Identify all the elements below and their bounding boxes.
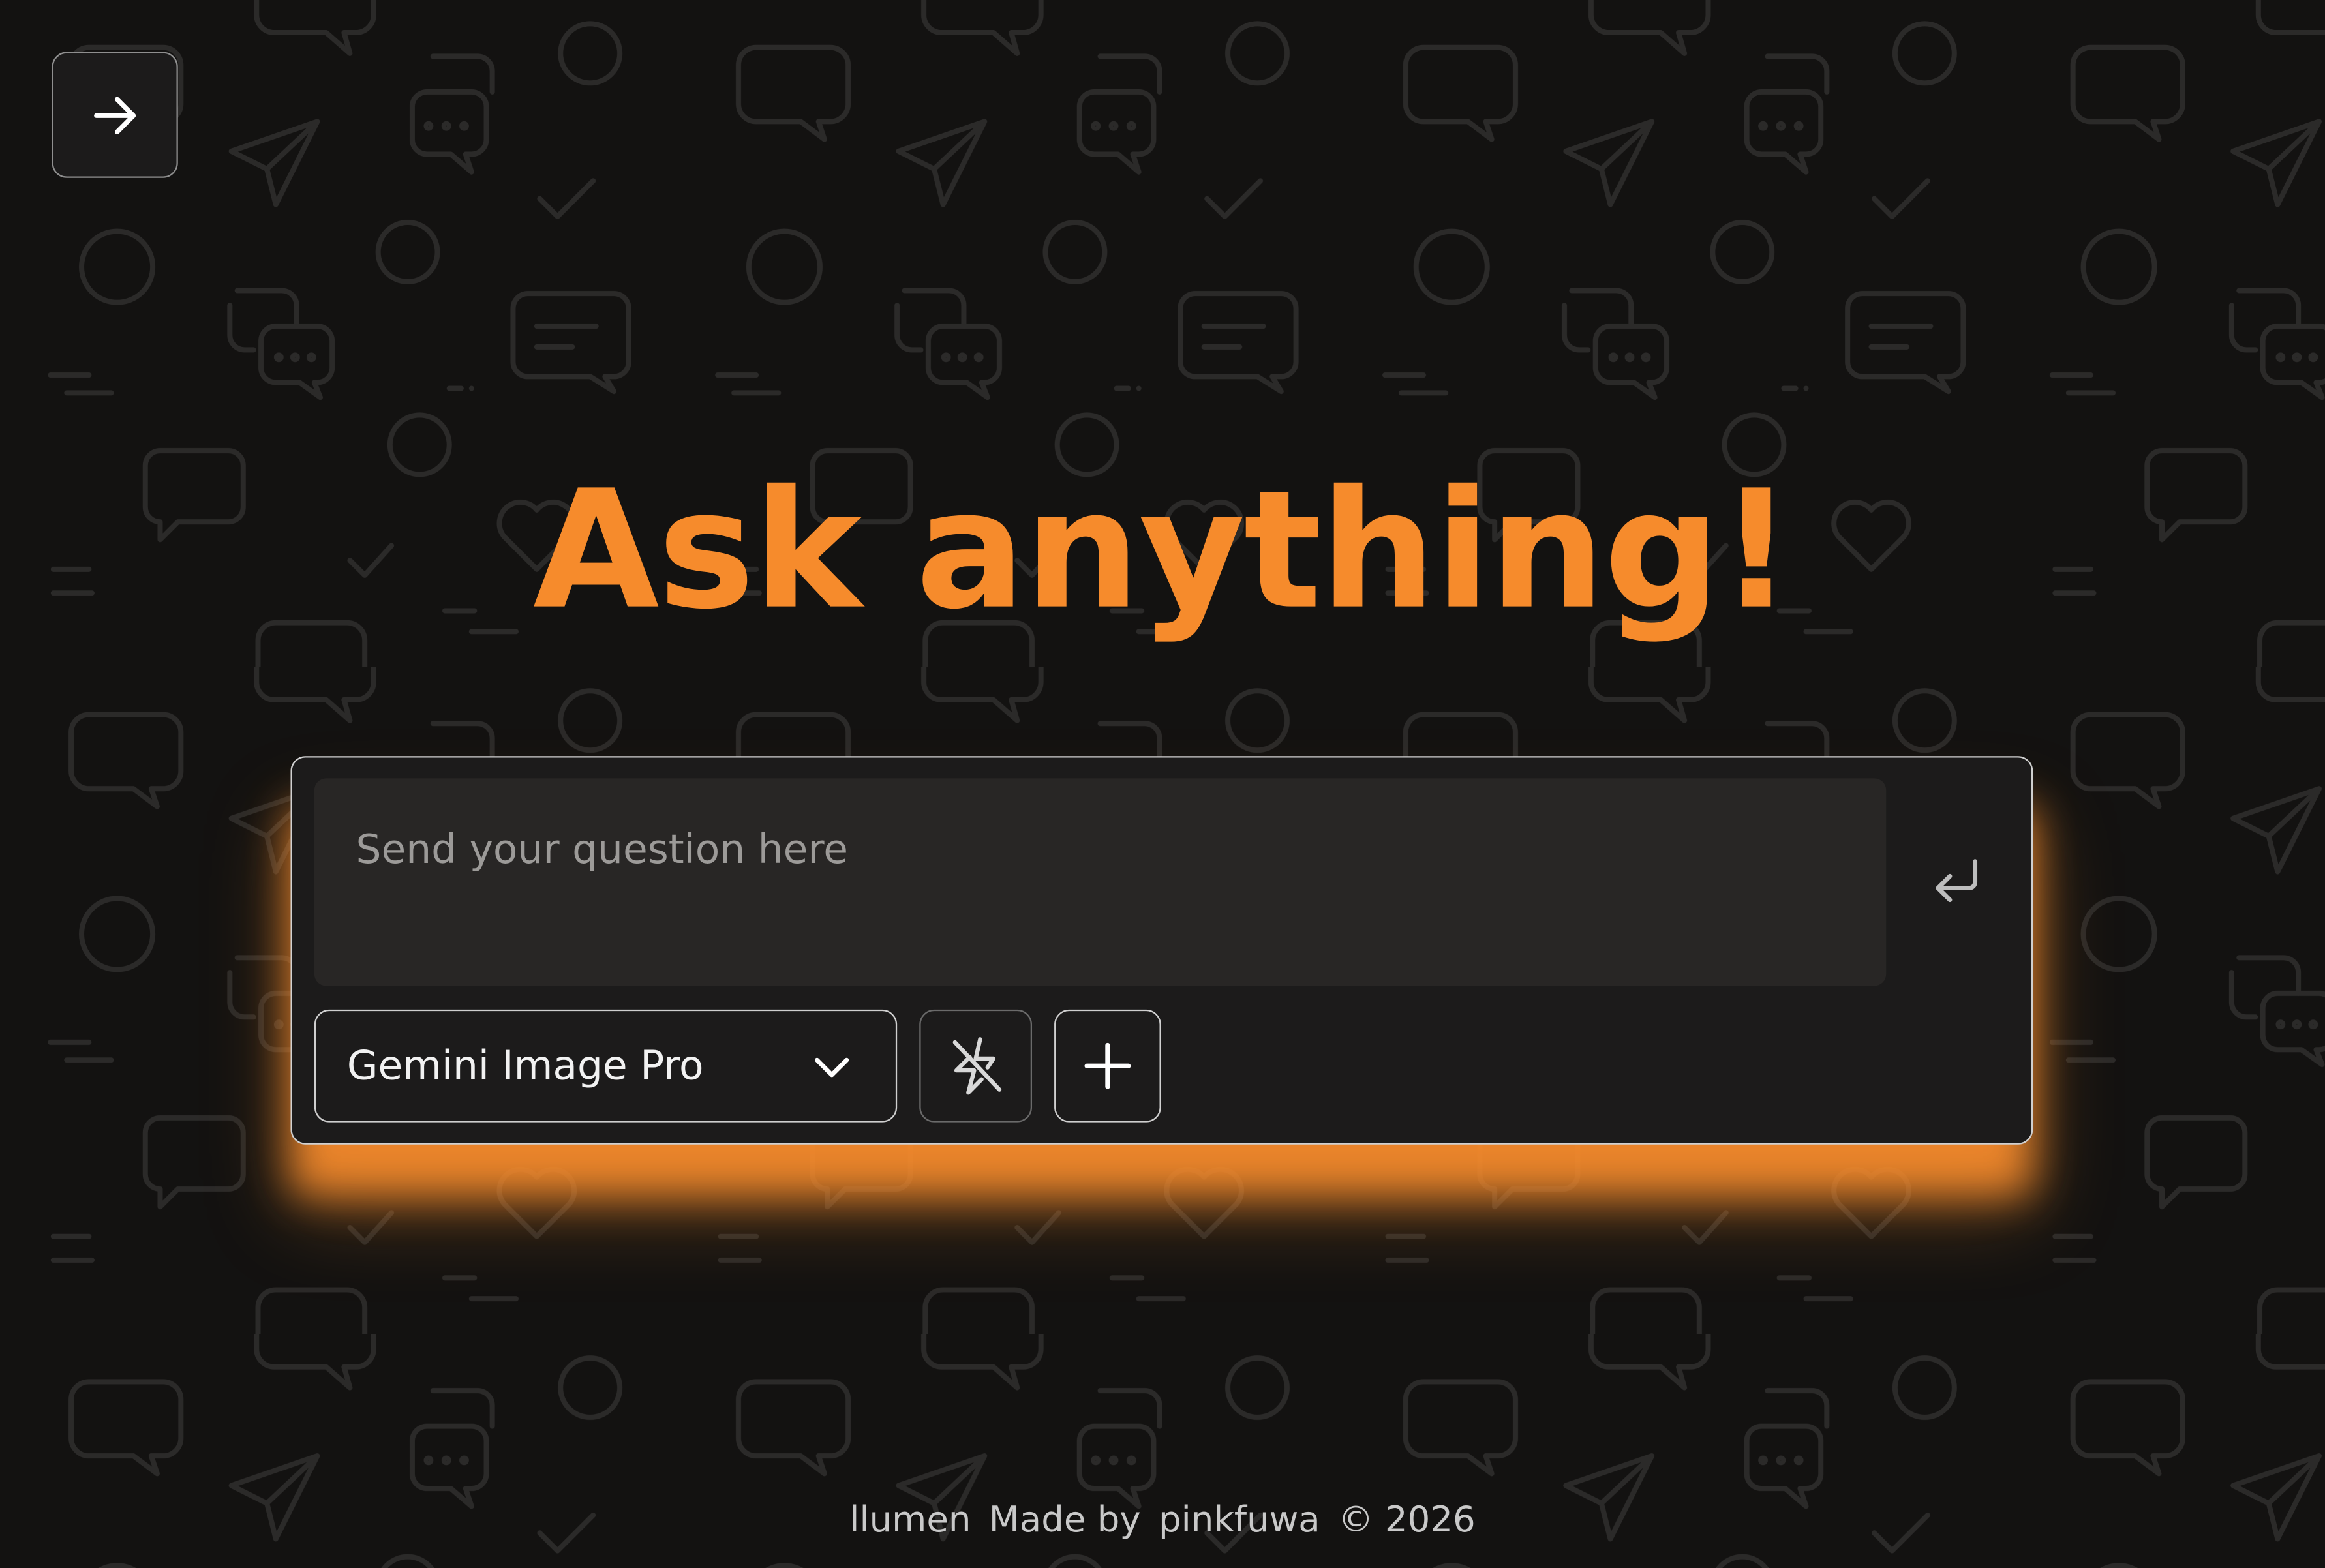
enter-return-icon xyxy=(1936,859,1978,903)
send-button[interactable] xyxy=(1923,847,1992,915)
question-input[interactable] xyxy=(314,778,1887,986)
footer-brand: llumen xyxy=(849,1499,971,1541)
footer-made-by: Made by xyxy=(988,1499,1141,1541)
model-select[interactable]: Gemini Image Pro xyxy=(314,1009,898,1123)
footer-copyright: © 2026 xyxy=(1338,1499,1476,1541)
add-attachment-button[interactable] xyxy=(1054,1009,1161,1123)
composer-panel: Gemini Image Pro xyxy=(290,756,2033,1145)
flash-toggle-button[interactable] xyxy=(919,1009,1033,1123)
plus-icon xyxy=(1084,1042,1131,1089)
page-title: Ask anything! xyxy=(533,455,1793,645)
model-select-value: Gemini Image Pro xyxy=(346,1043,704,1089)
footer-author: pinkfuwa xyxy=(1158,1499,1320,1541)
chevron-down-icon xyxy=(815,1057,849,1078)
flash-off-icon xyxy=(952,1037,1002,1095)
question-input-container xyxy=(314,778,1887,986)
sidebar-toggle-button[interactable] xyxy=(52,52,178,178)
footer: llumen Made by pinkfuwa © 2026 xyxy=(0,1499,2325,1541)
app-root: Ask anything! Gemini Image Pro xyxy=(0,0,2325,1568)
arrow-right-icon xyxy=(93,96,136,134)
